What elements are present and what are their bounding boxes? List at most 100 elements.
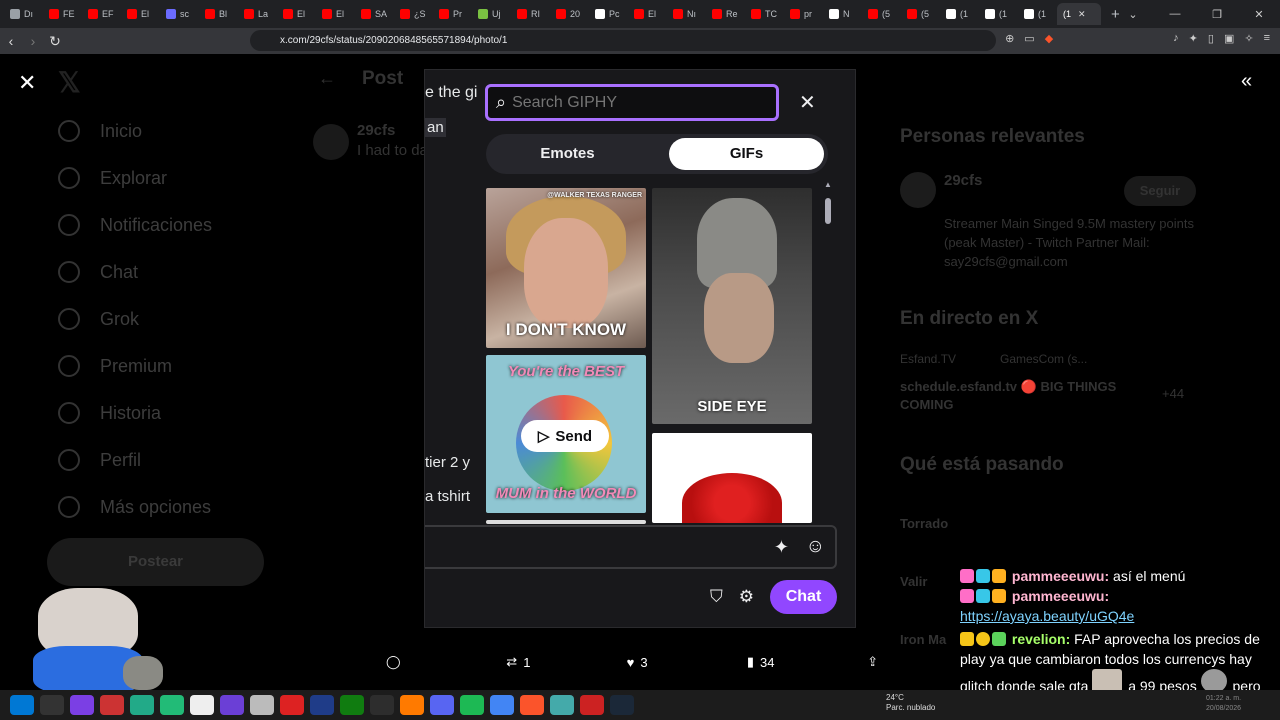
emote-picker-icon[interactable]: ☺ (806, 536, 825, 558)
chat-input[interactable]: ✦ ☺ (425, 525, 837, 569)
browser-tab[interactable]: (1 (940, 3, 979, 25)
sidebar-item[interactable]: Explorar (58, 167, 167, 189)
forward-icon[interactable]: › (22, 33, 44, 49)
taskbar-app-icon[interactable] (430, 695, 454, 715)
chat-username[interactable]: pammeeeuwu: (1012, 568, 1109, 584)
minimize-button[interactable]: — (1154, 8, 1196, 20)
taskbar-app-icon[interactable] (550, 695, 574, 715)
scrollbar[interactable]: ▲ (824, 180, 832, 516)
views-button[interactable]: ▮ 34 (747, 654, 867, 670)
browser-tab[interactable]: El (121, 3, 160, 25)
browser-tab[interactable]: Uj (472, 3, 511, 25)
brave-shield-icon[interactable]: ◆ (1045, 32, 1053, 45)
close-picker-icon[interactable]: ✕ (799, 90, 816, 115)
trend-item[interactable]: Iron Ma (900, 632, 946, 647)
browser-tab[interactable]: Nı (667, 3, 706, 25)
taskbar-app-icon[interactable] (310, 695, 334, 715)
browser-tab[interactable]: EF (82, 3, 121, 25)
trend-item[interactable]: Valir (900, 574, 927, 589)
weather-widget[interactable]: 24°C Parc. nublado (866, 693, 935, 713)
collapse-icon[interactable]: « (1241, 70, 1252, 93)
live-event[interactable]: GamesCom (s... (1000, 352, 1087, 366)
taskbar-app-icon[interactable] (610, 695, 634, 715)
reply-button[interactable]: ◯ (386, 654, 506, 670)
taskbar-app-icon[interactable] (10, 695, 34, 715)
taskbar-app-icon[interactable] (490, 695, 514, 715)
send-button[interactable]: ▷ Send (521, 420, 609, 452)
taskbar-app-icon[interactable] (220, 695, 244, 715)
sidebar-item[interactable]: Premium (58, 355, 172, 377)
post-button[interactable]: Postear (47, 538, 264, 586)
browser-tab[interactable]: (5 (901, 3, 940, 25)
back-arrow-icon[interactable]: ← (318, 68, 336, 89)
maximize-button[interactable]: ❐ (1196, 8, 1238, 21)
cast-icon[interactable]: ▭ (1024, 32, 1034, 45)
taskbar-app-icon[interactable] (250, 695, 274, 715)
reload-icon[interactable]: ↻ (44, 33, 66, 50)
close-tab-icon[interactable]: ✕ (1078, 9, 1086, 20)
shield-icon[interactable]: ⛉ (710, 587, 723, 607)
x-logo[interactable]: 𝕏 (58, 66, 81, 99)
close-window-button[interactable]: ✕ (1238, 8, 1280, 21)
taskbar-app-icon[interactable] (580, 695, 604, 715)
browser-tab[interactable]: RI (511, 3, 550, 25)
browser-tab[interactable]: TC (745, 3, 784, 25)
tab-gifs[interactable]: GIFs (669, 138, 824, 170)
zoom-icon[interactable]: ⊕ (1005, 32, 1014, 45)
chat-username[interactable]: revelion: (1012, 631, 1070, 647)
taskbar-app-icon[interactable] (70, 695, 94, 715)
sidebar-item[interactable]: Historia (58, 402, 161, 424)
sidebar-item[interactable]: Más opciones (58, 496, 211, 518)
taskbar-app-icon[interactable] (520, 695, 544, 715)
gif-i-dont-know[interactable]: @WALKER TEXAS RANGER I DON'T KNOW (486, 188, 646, 348)
browser-tab[interactable]: El (628, 3, 667, 25)
taskbar-app-icon[interactable] (460, 695, 484, 715)
browser-tab[interactable]: Bl (199, 3, 238, 25)
chat-send-button[interactable]: Chat (770, 580, 837, 614)
clock[interactable]: 01:22 a. m. 20/08/2026 (1206, 694, 1241, 714)
browser-tab[interactable]: SA (355, 3, 394, 25)
sidebar-icon[interactable]: ▯ (1208, 32, 1214, 45)
taskbar-app-icon[interactable] (340, 695, 364, 715)
sidebar-item[interactable]: Inicio (58, 120, 142, 142)
like-button[interactable]: ♥ 3 (627, 655, 747, 670)
url-field[interactable]: x.com/29cfs/status/2090206848565571894/p… (250, 30, 996, 51)
taskbar-app-icon[interactable] (40, 695, 64, 715)
follow-button[interactable]: Seguir (1124, 176, 1196, 206)
active-tab[interactable]: (1 ✕ (1057, 3, 1101, 25)
author-name[interactable]: 29cfs (357, 122, 395, 139)
taskbar-app-icon[interactable] (160, 695, 184, 715)
share-button[interactable]: ⇪ (867, 654, 906, 670)
avatar[interactable] (313, 124, 349, 160)
extensions-icon[interactable]: ✦ (1189, 32, 1198, 45)
live-host[interactable]: Esfand.TV (900, 352, 956, 366)
chat-link[interactable]: https://ayaya.beauty/uGQ4e (960, 608, 1134, 624)
browser-tab[interactable]: (1 (979, 3, 1018, 25)
browser-tab[interactable]: pr (784, 3, 823, 25)
audio-icon[interactable]: ♪ (1173, 32, 1179, 45)
gif-roses-heart[interactable] (652, 433, 812, 523)
giphy-icon[interactable]: ✦ (774, 537, 789, 558)
taskbar-app-icon[interactable] (400, 695, 424, 715)
browser-tab[interactable]: ¿S (394, 3, 433, 25)
browser-tab[interactable]: (5 (862, 3, 901, 25)
gear-icon[interactable]: ⚙ (739, 587, 754, 607)
browser-tab[interactable]: Pr (433, 3, 472, 25)
browser-tab[interactable]: 20 (550, 3, 589, 25)
taskbar-app-icon[interactable] (280, 695, 304, 715)
browser-tab[interactable]: La (238, 3, 277, 25)
sidebar-item[interactable]: Notificaciones (58, 214, 212, 236)
retweet-button[interactable]: ⇄ 1 (506, 654, 626, 670)
taskbar-app-icon[interactable] (100, 695, 124, 715)
browser-tab[interactable]: Re (706, 3, 745, 25)
back-icon[interactable]: ‹ (0, 33, 22, 49)
browser-tab[interactable]: El (316, 3, 355, 25)
sidebar-item[interactable]: Chat (58, 261, 138, 283)
live-text[interactable]: schedule.esfand.tv 🔴 BIG THINGS COMING (900, 378, 1140, 414)
tab-search-icon[interactable]: ⌄ (1112, 8, 1154, 21)
browser-tab[interactable]: (1 (1018, 3, 1057, 25)
trend-item[interactable]: Torrado (900, 516, 948, 531)
close-icon[interactable]: ✕ (18, 70, 36, 96)
wallet-icon[interactable]: ▣ (1224, 32, 1234, 45)
menu-icon[interactable]: ≡ (1264, 32, 1270, 45)
